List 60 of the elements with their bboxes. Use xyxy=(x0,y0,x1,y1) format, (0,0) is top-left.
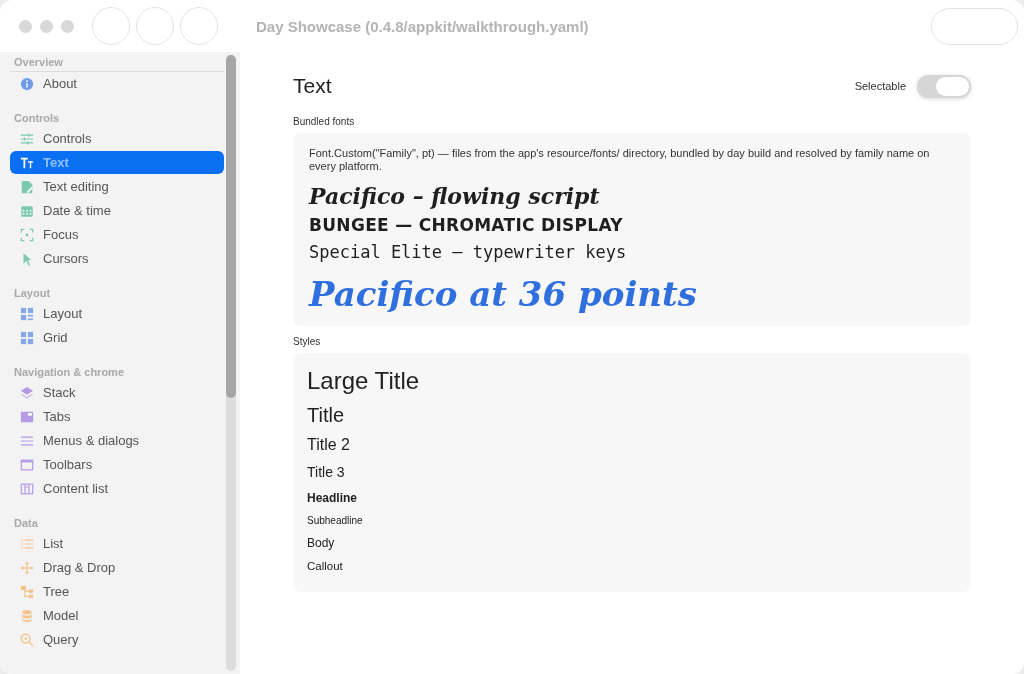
style-sample: Large Title xyxy=(307,367,421,395)
section-heading: Styles xyxy=(293,336,322,347)
sidebar-item[interactable]: Focus xyxy=(10,223,224,246)
sidebar-item[interactable]: Grid xyxy=(10,326,224,349)
sliders-icon xyxy=(20,131,34,146)
style-sample: Title 3 xyxy=(307,464,346,480)
font-sample: Pacifico – flowing script xyxy=(309,183,601,209)
section-header: Data xyxy=(13,516,39,531)
sidebar-item[interactable]: Tabs xyxy=(10,405,224,428)
search-icon xyxy=(20,632,34,647)
list-icon xyxy=(20,536,34,551)
sidebar-item[interactable]: Toolbars xyxy=(10,453,224,476)
toolbar-button[interactable] xyxy=(931,7,1018,45)
sidebar-item[interactable]: Stack xyxy=(10,381,224,404)
window-title: Day Showcase (0.4.8/appkit/walkthrough.yaml) xyxy=(256,17,590,35)
sidebar-item[interactable]: List xyxy=(10,532,224,555)
sidebar-item[interactable]: Menus & dialogs xyxy=(10,429,224,452)
style-sample: Headline xyxy=(307,491,358,505)
layers-icon xyxy=(20,385,34,400)
style-sample: Title 2 xyxy=(307,436,351,454)
scrollbar[interactable] xyxy=(226,55,236,671)
columns-icon xyxy=(20,481,34,496)
sidebar-item[interactable]: Model xyxy=(10,604,224,627)
font-sample: BUNGEE — CHROMATIC DISPLAY xyxy=(309,215,624,235)
sidebar-item[interactable]: About xyxy=(10,72,224,95)
forward-button[interactable] xyxy=(180,7,218,45)
sidebar-item[interactable]: Cursors xyxy=(10,247,224,270)
sidebar-item[interactable]: Layout xyxy=(10,302,224,325)
font-sample: Pacifico at 36 points xyxy=(309,274,698,314)
sidebar-item[interactable]: Drag & Drop xyxy=(10,556,224,579)
lines-icon xyxy=(20,433,34,448)
style-sample: Title xyxy=(307,404,346,427)
sidebar-item[interactable]: Controls xyxy=(10,127,224,150)
window-icon xyxy=(20,457,34,472)
sidebar-item[interactable]: Text editing xyxy=(10,175,224,198)
section-header: Navigation & chrome xyxy=(13,365,126,380)
scroll-thumb[interactable] xyxy=(226,55,236,398)
sidebar-item[interactable]: Date & time xyxy=(10,199,224,222)
style-sample: Callout xyxy=(307,560,344,572)
text-size-icon xyxy=(20,155,34,170)
sidebar-item[interactable]: Tree xyxy=(10,580,224,603)
zoom-button[interactable] xyxy=(61,19,74,33)
close-button[interactable] xyxy=(19,19,32,33)
section-header: Controls xyxy=(13,111,61,126)
section-heading: Bundled fonts xyxy=(293,116,356,127)
back-button[interactable] xyxy=(136,7,174,45)
toggle-label: Selectable xyxy=(854,80,906,92)
sidebar-item[interactable]: Content list xyxy=(10,477,224,500)
move-icon xyxy=(20,560,34,575)
style-sample: Subheadline xyxy=(307,515,364,526)
section-header: Layout xyxy=(13,286,52,301)
description-text: Font.Custom("Family", pt) — files from the app's resource/fonts/ directory, bundled by day build and resolved by family name on every platform. xyxy=(309,147,931,173)
selectable-switch[interactable] xyxy=(917,74,971,98)
style-sample: Body xyxy=(307,536,336,550)
minimize-button[interactable] xyxy=(40,19,53,33)
sidebar-item[interactable]: Query xyxy=(10,628,224,651)
sidebar-toggle-button[interactable] xyxy=(92,7,130,45)
font-sample: Special Elite — typewriter keys xyxy=(309,242,628,262)
page-title: Text xyxy=(293,74,332,98)
focus-icon xyxy=(20,227,34,242)
